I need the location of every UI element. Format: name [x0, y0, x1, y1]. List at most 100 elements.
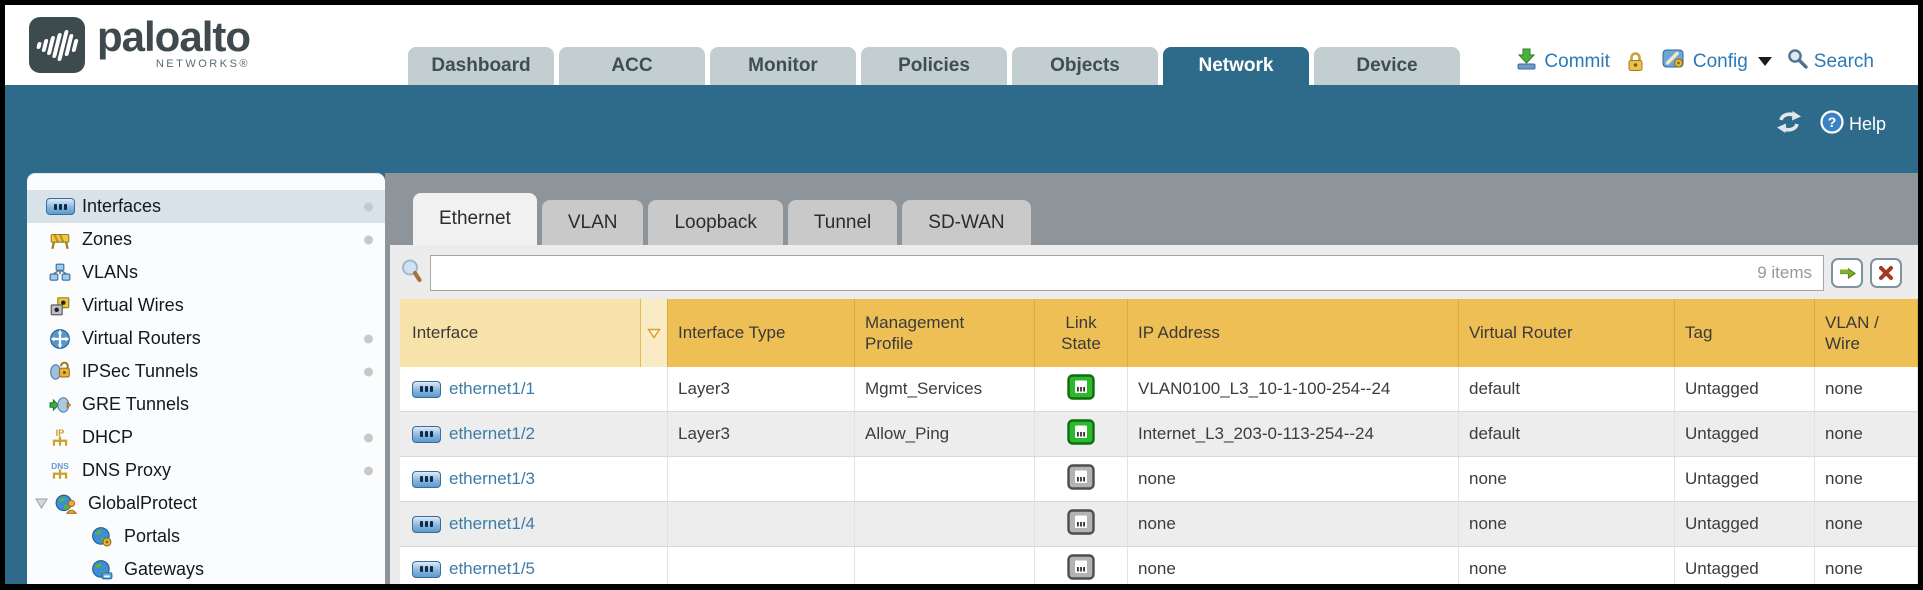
tab-network[interactable]: Network: [1163, 47, 1309, 85]
search-button[interactable]: Search: [1787, 48, 1874, 75]
interface-link[interactable]: ethernet1/2: [449, 424, 535, 444]
config-caret-icon: [1758, 57, 1772, 66]
table-row: ethernet1/4 none none Untagged none: [400, 502, 1918, 547]
ethernet-panel: 9 items Interface Interface Type Managem…: [390, 245, 1918, 584]
interfaces-icon: [47, 198, 73, 215]
config-icon: [1661, 47, 1687, 76]
tab-objects[interactable]: Objects: [1012, 47, 1158, 85]
table-row: ethernet1/1 Layer3 Mgmt_Services VLAN010…: [400, 367, 1918, 412]
dns-proxy-icon: DNS: [47, 460, 73, 482]
search-icon: [1787, 48, 1808, 75]
filter-bar: 9 items: [390, 245, 1918, 299]
sidebar-item-globalprotect[interactable]: GlobalProtect: [27, 487, 385, 520]
commit-button[interactable]: Commit: [1515, 47, 1609, 76]
interface-link[interactable]: ethernet1/1: [449, 379, 535, 399]
item-dot: [364, 202, 373, 211]
sidebar-item-ipsec-tunnels[interactable]: IPSec Tunnels: [27, 355, 385, 388]
utility-bar: ? Help: [5, 85, 1918, 173]
sidebar: Interfaces Zones VLANs Virtual Wires: [27, 173, 385, 584]
help-button[interactable]: ? Help: [1819, 109, 1886, 140]
subtab-sdwan[interactable]: SD-WAN: [902, 200, 1030, 245]
expander-triangle-icon[interactable]: [35, 498, 48, 509]
link-state-icon: [1067, 509, 1095, 540]
sidebar-item-gre-tunnels[interactable]: GRE Tunnels: [27, 388, 385, 421]
sidebar-item-zones[interactable]: Zones: [27, 223, 385, 256]
vlans-icon: [47, 262, 73, 284]
svg-text:?: ?: [1828, 114, 1837, 130]
table-row: ethernet1/3 none none Untagged none: [400, 457, 1918, 502]
tab-acc[interactable]: ACC: [559, 47, 705, 85]
apply-filter-button[interactable]: [1831, 258, 1863, 288]
portals-icon: [89, 526, 115, 548]
refresh-button[interactable]: [1775, 110, 1803, 139]
ethernet-port-icon: [412, 426, 441, 443]
column-header-link-state[interactable]: Link State: [1035, 299, 1128, 367]
sidebar-item-gateways[interactable]: Gateways: [27, 553, 385, 584]
link-state-icon: [1067, 419, 1095, 450]
top-header: paloalto NETWORKS® Dashboard ACC Monitor…: [5, 5, 1918, 85]
help-icon: ?: [1819, 109, 1845, 140]
column-header-vlan-wire[interactable]: VLAN / Wire: [1815, 299, 1918, 367]
link-state-icon: [1067, 374, 1095, 405]
virtual-wires-icon: [47, 295, 73, 317]
tab-dashboard[interactable]: Dashboard: [408, 47, 554, 85]
sidebar-item-interfaces[interactable]: Interfaces: [27, 190, 385, 223]
filter-magnifier-icon: [400, 258, 423, 288]
ipsec-tunnels-icon: [47, 361, 73, 383]
subtab-vlan[interactable]: VLAN: [542, 200, 644, 245]
sidebar-item-portals[interactable]: Portals: [27, 520, 385, 553]
subtab-loopback[interactable]: Loopback: [648, 200, 782, 245]
column-header-management-profile[interactable]: Management Profile: [855, 299, 1035, 367]
item-dot: [364, 334, 373, 343]
filter-input[interactable]: [430, 255, 1824, 291]
sidebar-item-virtual-wires[interactable]: Virtual Wires: [27, 289, 385, 322]
item-dot: [364, 367, 373, 376]
subtab-ethernet[interactable]: Ethernet: [413, 193, 537, 245]
dhcp-icon: IP: [47, 427, 73, 449]
main-nav: Dashboard ACC Monitor Policies Objects N…: [408, 47, 1460, 85]
column-header-ip-address[interactable]: IP Address: [1128, 299, 1459, 367]
column-header-interface-type[interactable]: Interface Type: [668, 299, 855, 367]
sidebar-item-dns-proxy[interactable]: DNS DNS Proxy: [27, 454, 385, 487]
sidebar-item-virtual-routers[interactable]: Virtual Routers: [27, 322, 385, 355]
subtab-tunnel[interactable]: Tunnel: [788, 200, 897, 245]
interfaces-table: Interface Interface Type Management Prof…: [400, 299, 1918, 584]
svg-text:IP: IP: [56, 427, 65, 437]
sidebar-item-vlans[interactable]: VLANs: [27, 256, 385, 289]
interface-link[interactable]: ethernet1/3: [449, 469, 535, 489]
main-content: Ethernet VLAN Loopback Tunnel SD-WAN 9 i…: [385, 173, 1918, 584]
sidebar-item-dhcp[interactable]: IP DHCP: [27, 421, 385, 454]
logo-wordmark: paloalto: [97, 13, 250, 61]
globalprotect-icon: [53, 493, 79, 515]
app-window: paloalto NETWORKS® Dashboard ACC Monitor…: [5, 5, 1918, 584]
header-actions: Commit Config Search: [1515, 47, 1874, 76]
lock-icon[interactable]: [1625, 50, 1646, 73]
ethernet-port-icon: [412, 516, 441, 533]
tab-policies[interactable]: Policies: [861, 47, 1007, 85]
item-dot: [364, 433, 373, 442]
ethernet-port-icon: [412, 381, 441, 398]
clear-filter-button[interactable]: [1870, 258, 1902, 288]
item-dot: [364, 466, 373, 475]
table-header: Interface Interface Type Management Prof…: [400, 299, 1918, 367]
paloalto-logo-mark-icon: [29, 17, 85, 73]
refresh-icon: [1775, 110, 1803, 139]
sort-dropdown[interactable]: [640, 299, 667, 367]
tab-device[interactable]: Device: [1314, 47, 1460, 85]
column-header-interface[interactable]: Interface: [400, 299, 668, 367]
zones-icon: [47, 229, 73, 251]
tab-monitor[interactable]: Monitor: [710, 47, 856, 85]
items-count: 9 items: [1757, 263, 1812, 283]
config-menu[interactable]: Config: [1661, 47, 1772, 76]
gre-tunnels-icon: [47, 394, 73, 416]
table-row: ethernet1/2 Layer3 Allow_Ping Internet_L…: [400, 412, 1918, 457]
link-state-icon: [1067, 464, 1095, 495]
column-header-virtual-router[interactable]: Virtual Router: [1459, 299, 1675, 367]
column-header-tag[interactable]: Tag: [1675, 299, 1815, 367]
ethernet-port-icon: [412, 471, 441, 488]
table-row: ethernet1/5 none none Untagged none: [400, 547, 1918, 584]
item-dot: [364, 235, 373, 244]
interface-link[interactable]: ethernet1/5: [449, 559, 535, 579]
gateways-icon: [89, 559, 115, 581]
interface-link[interactable]: ethernet1/4: [449, 514, 535, 534]
